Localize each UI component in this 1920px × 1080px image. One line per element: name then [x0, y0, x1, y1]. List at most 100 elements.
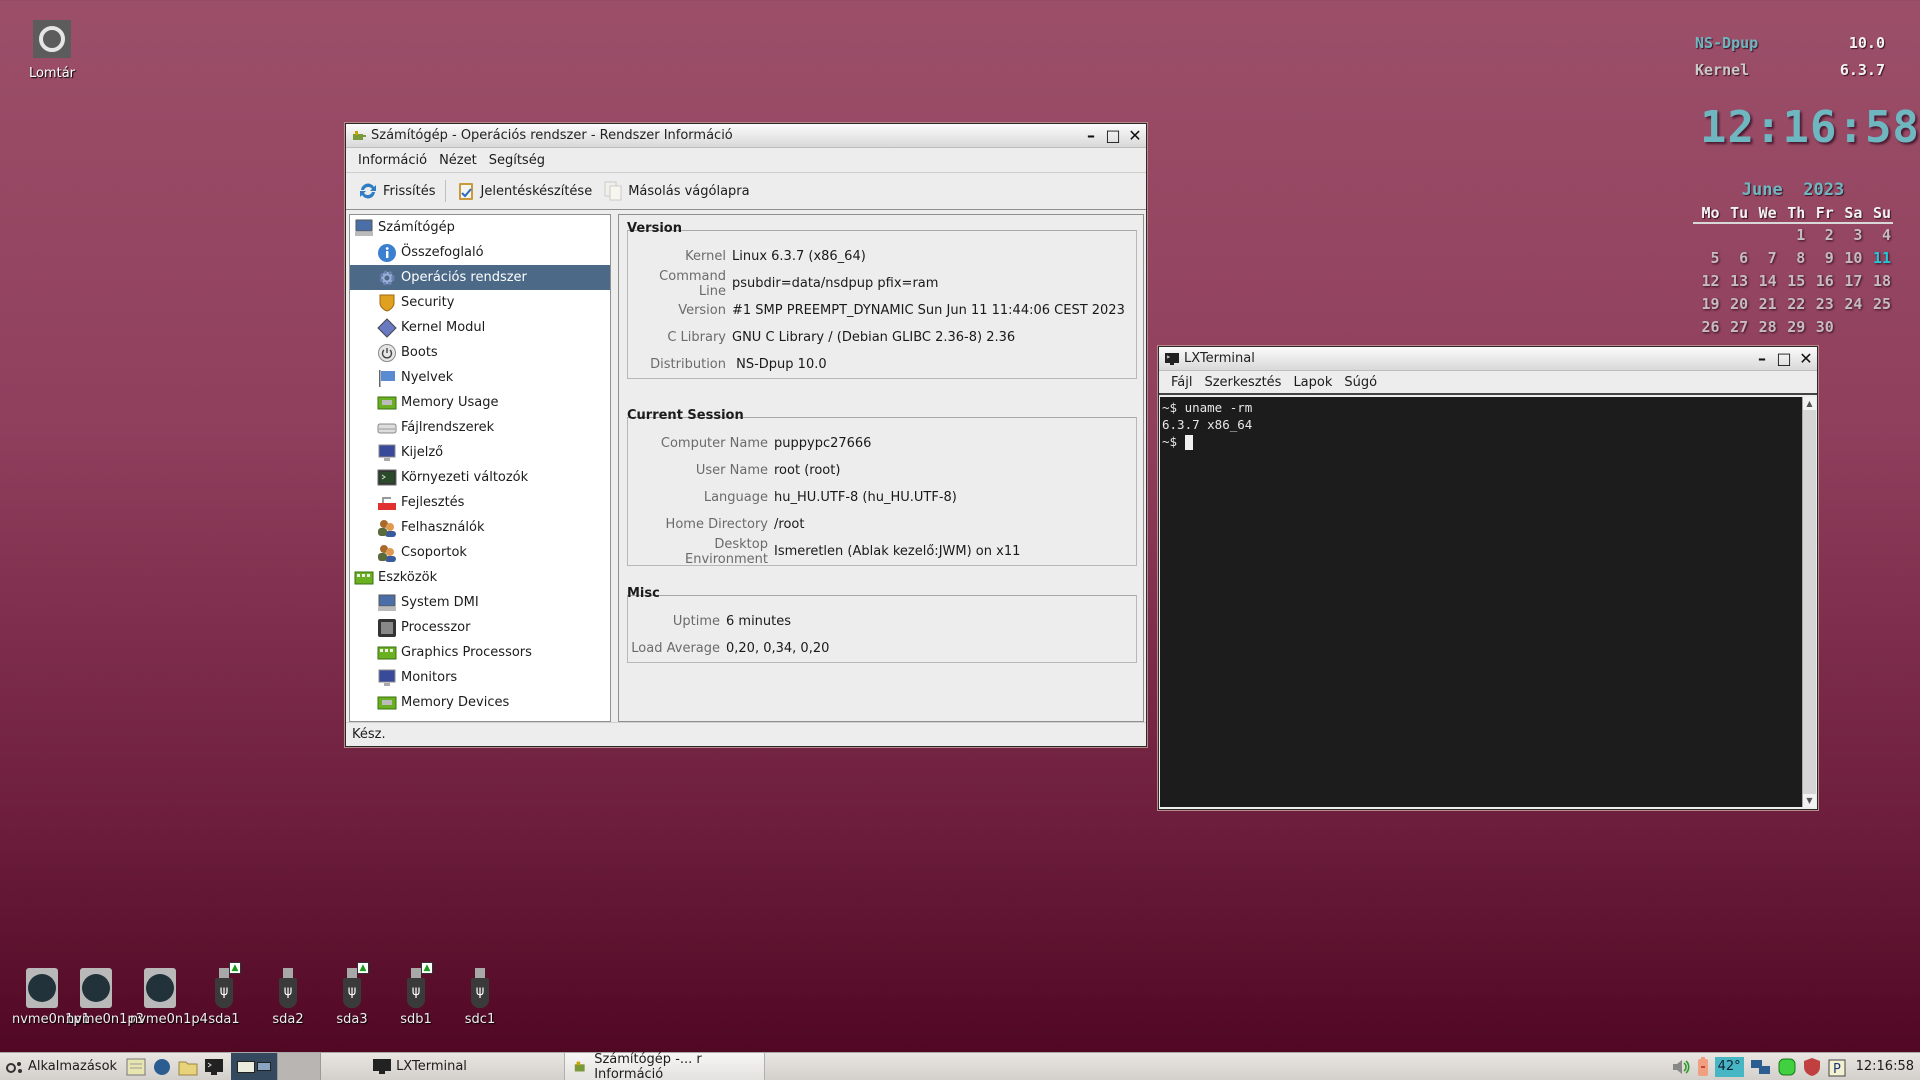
- refresh-button[interactable]: Frissítés: [352, 180, 441, 202]
- info-row[interactable]: Load Average 0,20, 0,34, 0,20: [628, 635, 1136, 662]
- info-row[interactable]: Home Directory/root: [628, 511, 1136, 538]
- task-system-info[interactable]: Számítógép -... r Információ: [565, 1051, 766, 1080]
- tree-item-monitors[interactable]: Monitors: [350, 665, 610, 690]
- notepad-launcher-icon[interactable]: [126, 1058, 146, 1076]
- terminal-titlebar[interactable]: LXTerminal – □ ✕: [1159, 347, 1817, 371]
- maximize-button[interactable]: □: [1102, 125, 1124, 147]
- tree-item-eszk-z-k[interactable]: Eszközök: [350, 565, 610, 590]
- nvme-drive-icon: [24, 968, 60, 1010]
- info-row[interactable]: C Library GNU C Library / (Debian GLIBC 2…: [628, 324, 1136, 351]
- info-row[interactable]: User Name root (root): [628, 457, 1136, 484]
- tree-item-csoportok[interactable]: Csoportok: [350, 540, 610, 565]
- drive-sdc1[interactable]: ψ sdc1: [450, 968, 510, 1027]
- eject-icon[interactable]: ▲: [229, 962, 241, 974]
- close-button[interactable]: ✕: [1124, 125, 1146, 147]
- info-row[interactable]: Kernel Linux 6.3.7 (x86_64): [628, 243, 1136, 270]
- tree-item-system-dmi[interactable]: System DMI: [350, 590, 610, 615]
- info-row[interactable]: Version #1 SMP PREEMPT_DYNAMIC Sun Jun 11…: [628, 297, 1136, 324]
- tree-item-oper-ci-s-rendszer[interactable]: Operációs rendszer: [350, 265, 610, 290]
- copy-button[interactable]: Másolás vágólapra: [597, 180, 754, 202]
- tree-item-label: Memory Devices: [401, 695, 510, 710]
- terminal-minimize-button[interactable]: –: [1751, 348, 1773, 370]
- puppy-update-icon[interactable]: P: [1828, 1057, 1846, 1077]
- info-label: Uptime: [672, 614, 720, 629]
- drive-nvme0n1p1[interactable]: nvme0n1p1: [12, 968, 90, 1027]
- tree-item-boots[interactable]: Boots: [350, 340, 610, 365]
- drive-sda3[interactable]: ψ ▲ sda3: [322, 962, 382, 1027]
- storage-icon[interactable]: [1778, 1057, 1796, 1077]
- task-label: Számítógép -... r Információ: [594, 1051, 702, 1080]
- browser-launcher-icon[interactable]: [152, 1058, 172, 1076]
- tree-item--sszefoglal-[interactable]: Összefoglaló: [350, 240, 610, 265]
- tree-item-label: Nyelvek: [401, 370, 454, 385]
- network-icon[interactable]: [1750, 1058, 1772, 1076]
- window-titlebar[interactable]: Számítógép - Operációs rendszer - Rendsz…: [346, 124, 1146, 148]
- start-menu-button[interactable]: Alkalmazások: [0, 1053, 123, 1080]
- volume-icon[interactable]: [1671, 1058, 1691, 1076]
- toolbar-separator: [444, 180, 446, 202]
- workspace-pager-2[interactable]: [277, 1052, 322, 1080]
- tree-item-sz-m-t-g-p[interactable]: Számítógép: [350, 215, 610, 240]
- task-lxterminal[interactable]: LXTerminal: [365, 1052, 566, 1080]
- terminal-launcher-icon[interactable]: [204, 1058, 224, 1076]
- info-row[interactable]: Distribution NS-Dpup 10.0: [628, 351, 1136, 378]
- info-value: NS-Dpup 10.0: [732, 357, 827, 372]
- tree-item-kernel-modul[interactable]: Kernel Modul: [350, 315, 610, 340]
- tree-item-memory-usage[interactable]: Memory Usage: [350, 390, 610, 415]
- info-row[interactable]: Language hu_HU.UTF-8 (hu_HU.UTF-8): [628, 484, 1136, 511]
- drive-label: nvme0n1p1: [12, 1012, 90, 1027]
- start-menu-label: Alkalmazások: [28, 1059, 118, 1074]
- info-row[interactable]: Desktop Environment Ismeretlen (Ablak kez…: [628, 536, 1136, 567]
- firewall-icon[interactable]: [1802, 1057, 1822, 1077]
- menu-sugo[interactable]: Súgó: [1338, 375, 1383, 390]
- tree-item-fejleszt-s[interactable]: Fejlesztés: [350, 490, 610, 515]
- tree-item-nyelvek[interactable]: Nyelvek: [350, 365, 610, 390]
- calendar-day: 29: [1787, 317, 1806, 336]
- drive-sda1[interactable]: ψ ▲ sda1: [194, 962, 254, 1027]
- tree-item-felhaszn-l-k[interactable]: Felhasználók: [350, 515, 610, 540]
- info-row[interactable]: Computer Name puppypc27666: [628, 430, 1136, 457]
- drive-sda2[interactable]: ψ sda2: [258, 968, 318, 1027]
- terminal-line: ~$ uname -rm: [1162, 400, 1253, 415]
- drive-nvme0n1p4[interactable]: nvme0n1p4: [130, 968, 208, 1027]
- info-row[interactable]: Command Line psubdir=data/nsdpup pfix=ram: [628, 269, 1136, 299]
- battery-icon[interactable]: [1697, 1056, 1709, 1077]
- menu-informacio[interactable]: Információ: [352, 153, 433, 168]
- menu-segitseg[interactable]: Segítség: [483, 153, 551, 168]
- tree-item-memory-devices[interactable]: Memory Devices: [350, 690, 610, 715]
- tree-item-kijelz-[interactable]: Kijelző: [350, 440, 610, 465]
- minimize-button[interactable]: –: [1080, 125, 1102, 147]
- distro-version: 10.0: [1848, 34, 1885, 52]
- eject-icon[interactable]: ▲: [421, 962, 433, 974]
- drive-sdb1[interactable]: ψ ▲ sdb1: [386, 962, 446, 1027]
- scroll-down-arrow-icon[interactable]: ▼: [1803, 794, 1816, 807]
- terminal-close-button[interactable]: ✕: [1795, 348, 1817, 370]
- menu-nezet[interactable]: Nézet: [433, 153, 483, 168]
- tree-item-label: Fejlesztés: [401, 495, 465, 510]
- tree-item-processzor[interactable]: Processzor: [350, 615, 610, 640]
- workspace-pager-1[interactable]: [231, 1052, 278, 1080]
- cpu-temperature[interactable]: 42°: [1714, 1056, 1744, 1077]
- terminal-maximize-button[interactable]: □: [1773, 348, 1795, 370]
- tree-item-f-jlrendszerek[interactable]: Fájlrendszerek: [350, 415, 610, 440]
- tree-item-graphics-processors[interactable]: Graphics Processors: [350, 640, 610, 665]
- report-button[interactable]: Jelentéskészítése: [450, 180, 598, 202]
- tree-item-label: Felhasználók: [401, 520, 485, 535]
- drive-nvme0n1p3[interactable]: nvme0n1p3: [66, 968, 144, 1027]
- menu-fajl[interactable]: Fájl: [1165, 375, 1198, 390]
- terminal-screen[interactable]: ~$ uname -rm 6.3.7 x86_64 ~$: [1160, 397, 1804, 807]
- trash-desktop-icon[interactable]: Lomtár: [22, 20, 82, 81]
- taskbar-clock[interactable]: 12:16:58: [1856, 1059, 1914, 1074]
- category-tree[interactable]: Számítógép Összefoglaló Operációs rendszer…: [349, 214, 611, 722]
- file-manager-launcher-icon[interactable]: [178, 1058, 198, 1076]
- eject-icon[interactable]: ▲: [357, 962, 369, 974]
- info-label: Desktop Environment: [684, 536, 768, 567]
- tree-item-security[interactable]: Security: [350, 290, 610, 315]
- menu-lapok[interactable]: Lapok: [1287, 375, 1338, 390]
- monitor-icon: [377, 668, 397, 688]
- tree-item-k-rnyezeti-v-ltoz-k[interactable]: Környezeti változók: [350, 465, 610, 490]
- info-row[interactable]: Uptime 6 minutes: [628, 608, 1136, 635]
- scroll-up-arrow-icon[interactable]: ▲: [1803, 397, 1816, 410]
- menu-szerkesztes[interactable]: Szerkesztés: [1198, 375, 1287, 390]
- terminal-scrollbar[interactable]: ▲ ▼: [1802, 397, 1816, 807]
